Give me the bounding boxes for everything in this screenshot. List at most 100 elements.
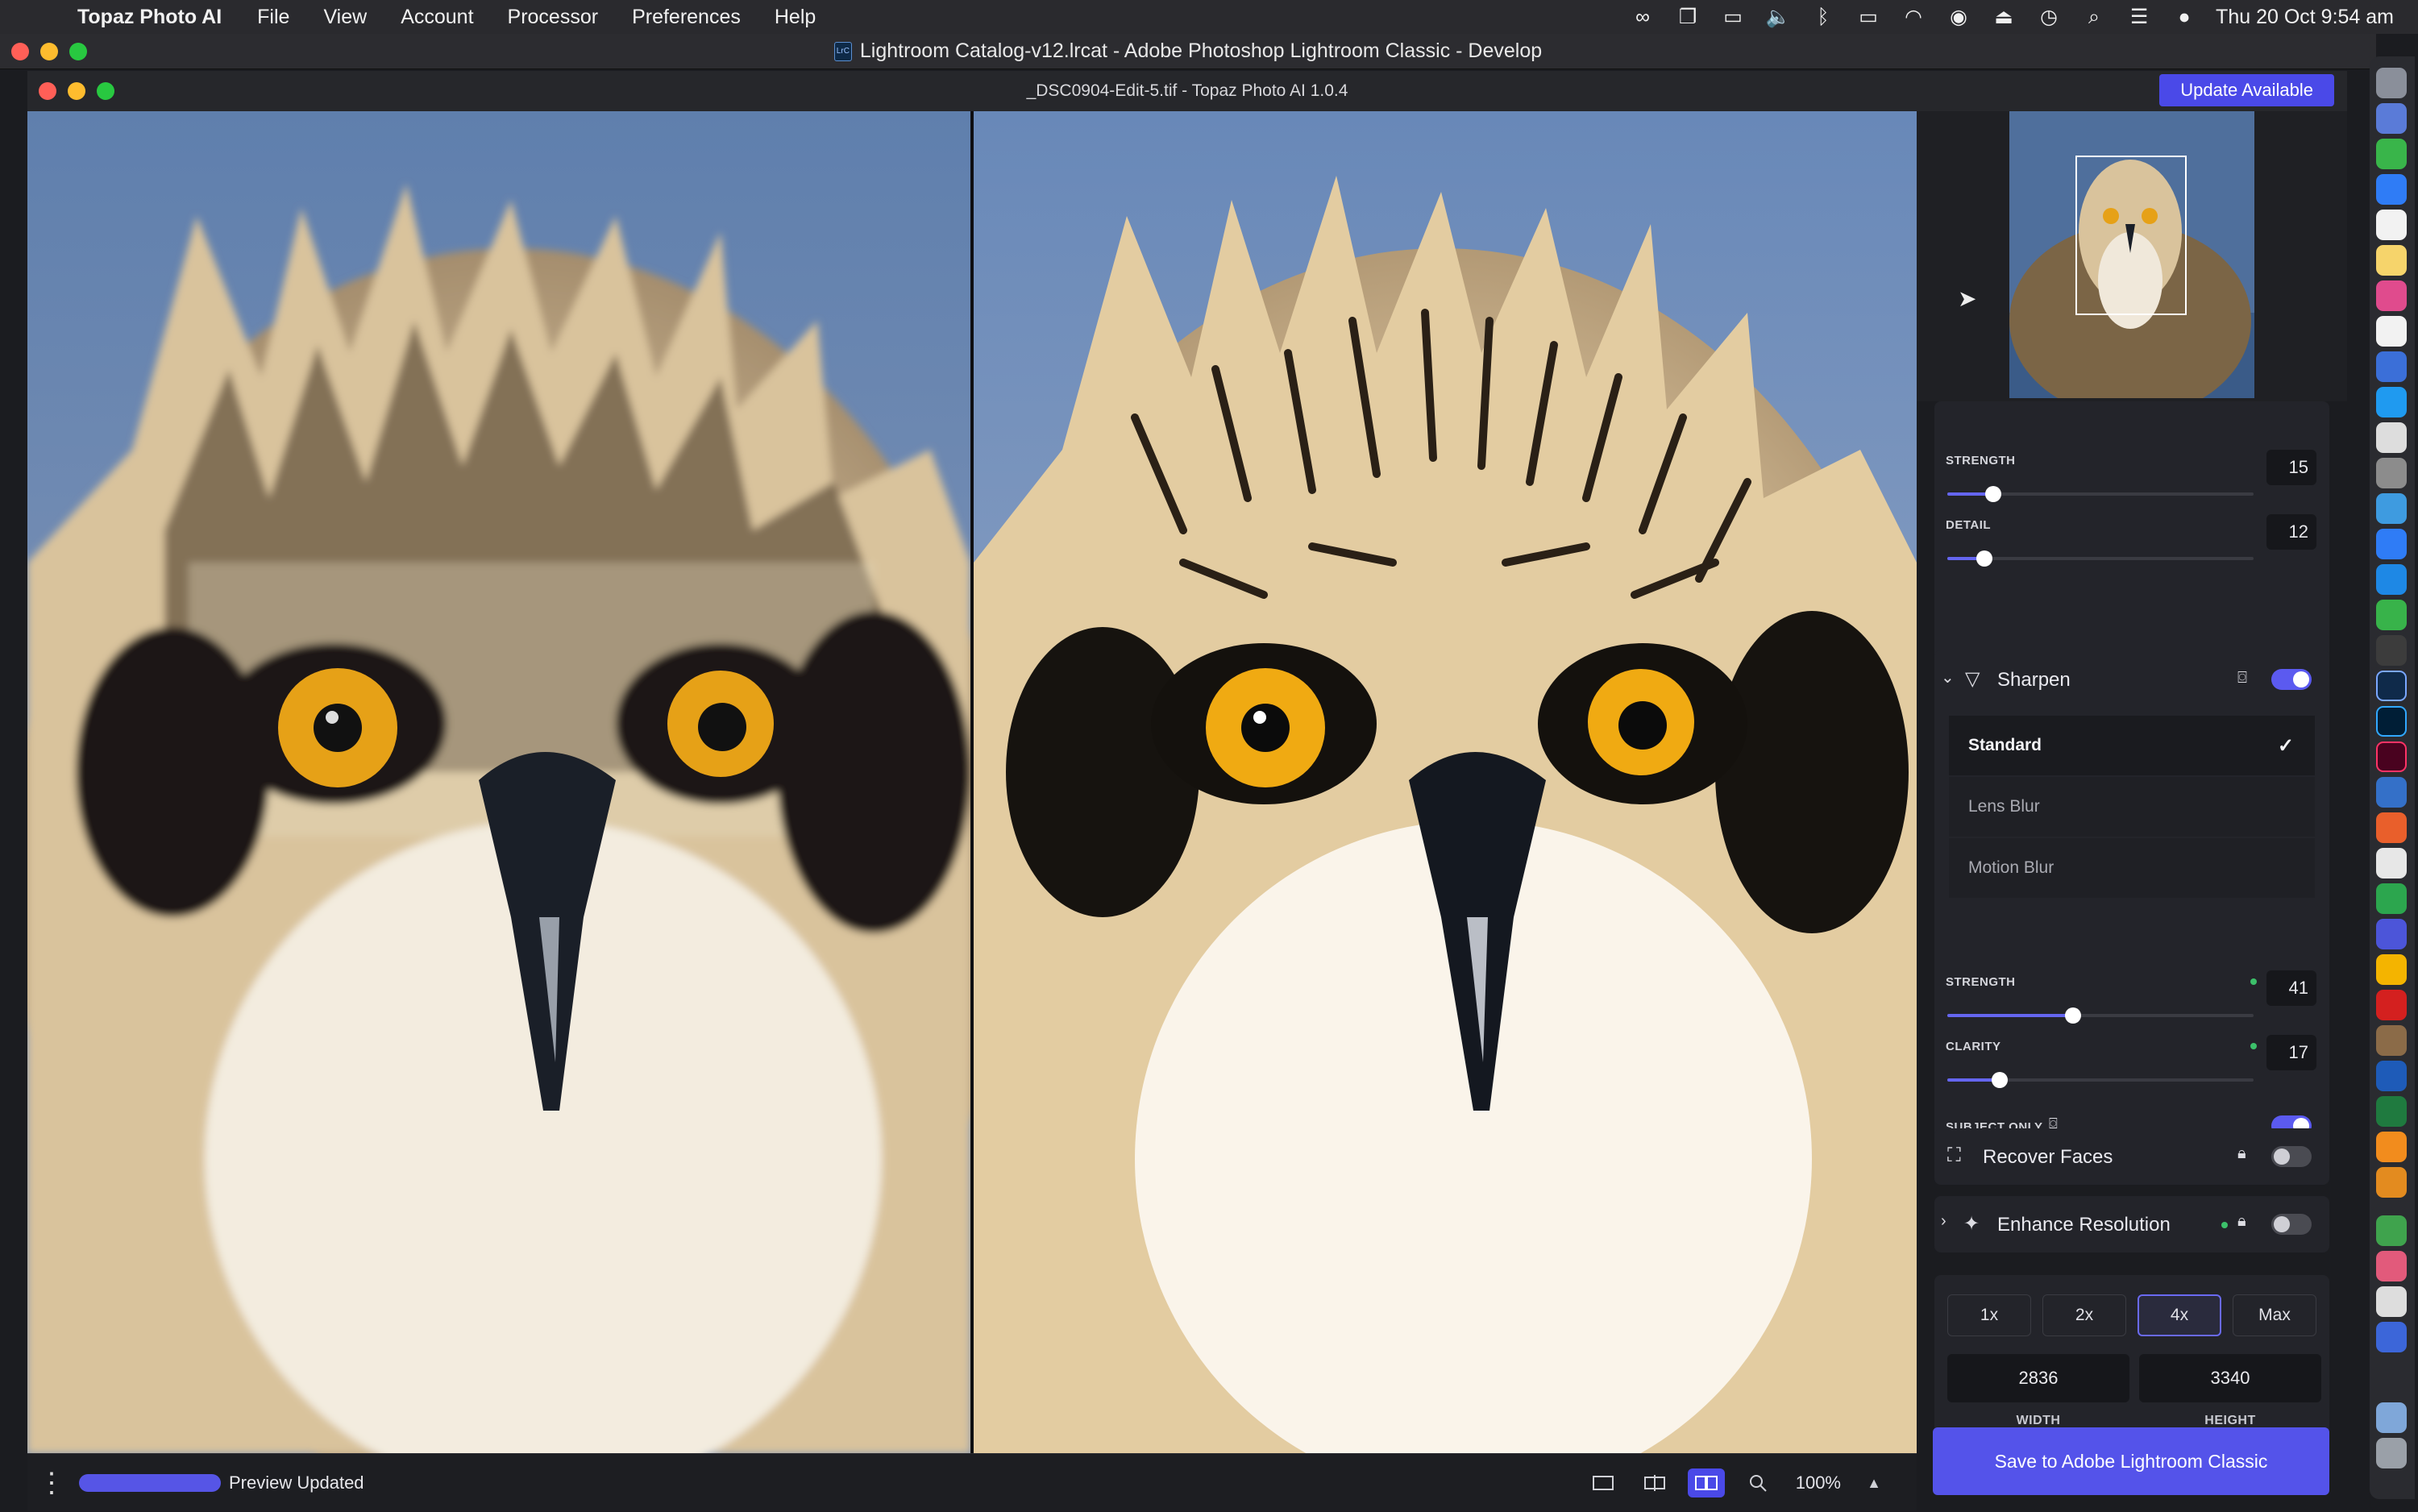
creative-cloud-icon[interactable]: ∞ (1629, 6, 1656, 28)
photos-icon[interactable] (2376, 280, 2407, 311)
script-editor-icon[interactable] (2376, 1025, 2407, 1056)
notes-icon[interactable] (2376, 245, 2407, 276)
lock-icon[interactable]: 🔒︎ (2237, 1144, 2246, 1163)
launchpad-icon[interactable] (2376, 103, 2407, 134)
safari-icon[interactable] (2376, 529, 2407, 559)
close-icon[interactable] (11, 42, 29, 60)
chevron-right-icon[interactable]: › (1941, 1212, 1946, 1231)
sharpen-option-motion-blur[interactable]: Motion Blur (1949, 838, 2315, 898)
vlc-icon[interactable] (2376, 1132, 2407, 1162)
lightroom-classic-icon[interactable] (2376, 671, 2407, 701)
wifi-icon[interactable]: ◠ (1900, 6, 1927, 28)
minimize-icon[interactable] (40, 42, 58, 60)
denoise-strength-value[interactable]: 15 (2266, 450, 2316, 485)
zoom-icon[interactable] (1739, 1468, 1776, 1497)
preview-icon[interactable] (2376, 458, 2407, 488)
sharpen-strength-slider[interactable] (1947, 1007, 2254, 1024)
search-icon[interactable]: ⌕ (2080, 6, 2108, 28)
whatsapp-icon[interactable] (2376, 883, 2407, 914)
system-settings-icon[interactable] (2376, 635, 2407, 666)
menu-processor[interactable]: Processor (508, 6, 599, 29)
navigator-thumbnail[interactable] (2009, 111, 2254, 398)
zoom-icon[interactable] (97, 82, 114, 100)
sharpen-strength-knob[interactable] (2064, 1007, 2081, 1024)
more-options-icon[interactable]: ⋮ (27, 1467, 76, 1499)
display-icon[interactable]: ▭ (1719, 6, 1747, 28)
pencil-app-icon[interactable] (2376, 954, 2407, 985)
original-image-pane[interactable] (27, 111, 970, 1453)
word-icon[interactable] (2376, 1061, 2407, 1091)
clock[interactable]: Thu 20 Oct 9:54 am (2216, 6, 2394, 29)
shield-app-icon[interactable] (2376, 1322, 2407, 1352)
facetime-icon[interactable] (2376, 139, 2407, 169)
app-icon[interactable] (2376, 848, 2407, 879)
zoom-icon[interactable] (69, 42, 87, 60)
split-view-icon[interactable] (1636, 1468, 1673, 1497)
trash-icon[interactable] (2376, 1438, 2407, 1468)
sharpen-strength-value[interactable]: 41 (2266, 970, 2316, 1006)
recover-faces-toggle[interactable] (2271, 1146, 2312, 1167)
sharpen-clarity-slider[interactable] (1947, 1072, 2254, 1088)
single-view-icon[interactable] (1585, 1468, 1622, 1497)
menu-account[interactable]: Account (401, 6, 473, 29)
messages-icon[interactable] (2376, 600, 2407, 630)
chevron-down-icon[interactable]: ⌄ (1941, 667, 1955, 687)
podcast-icon[interactable] (2376, 1251, 2407, 1281)
maps-icon[interactable] (2376, 493, 2407, 524)
zoom-menu-caret-icon[interactable]: ▲ (1855, 1468, 1892, 1497)
siri-icon[interactable]: ● (2171, 6, 2198, 28)
pages-icon[interactable] (2376, 422, 2407, 453)
keynote-icon[interactable] (2376, 351, 2407, 382)
update-available-button[interactable]: Update Available (2159, 74, 2334, 106)
excel-icon[interactable] (2376, 1096, 2407, 1127)
denoise-detail-slider[interactable] (1947, 550, 2254, 567)
sharpen-option-standard[interactable]: Standard ✓ (1949, 716, 2315, 775)
processed-image-pane[interactable] (974, 111, 1917, 1453)
sharpen-clarity-knob[interactable] (1991, 1072, 2008, 1088)
save-to-lightroom-button[interactable]: Save to Adobe Lightroom Classic (1933, 1427, 2329, 1495)
eject-icon[interactable]: ⏏ (1990, 6, 2017, 28)
sharpen-clarity-value[interactable]: 17 (2266, 1035, 2316, 1070)
sharpen-toggle[interactable] (2271, 669, 2312, 690)
user-icon[interactable]: ◉ (1945, 6, 1972, 28)
mail-icon[interactable] (2376, 564, 2407, 595)
menu-preferences[interactable]: Preferences (632, 6, 741, 29)
photoshop-icon[interactable] (2376, 706, 2407, 737)
reminders-icon[interactable] (2376, 316, 2407, 347)
denoise-strength-slider[interactable] (1947, 486, 2254, 502)
close-icon[interactable] (39, 82, 56, 100)
menu-app-name[interactable]: Topaz Photo AI (77, 6, 222, 29)
utility-icon[interactable] (2376, 1286, 2407, 1317)
volume-icon[interactable]: 🔈 (1764, 6, 1792, 28)
denoise-strength-knob[interactable] (1985, 486, 2001, 502)
sharpen-option-lens-blur[interactable]: Lens Blur (1949, 777, 2315, 837)
enhance-resolution-toggle[interactable] (2271, 1214, 2312, 1235)
subject-detect-icon[interactable]: ⌼ (2237, 669, 2247, 687)
messages-alt-icon[interactable] (2376, 1215, 2407, 1246)
lock-icon[interactable]: 🔒︎ (2237, 1212, 2246, 1231)
minimize-icon[interactable] (68, 82, 85, 100)
denoise-detail-knob[interactable] (1976, 550, 1992, 567)
menu-help[interactable]: Help (775, 6, 816, 29)
sharpen-title[interactable]: Sharpen (1997, 669, 2071, 692)
enhance-resolution-title[interactable]: Enhance Resolution (1997, 1214, 2171, 1236)
star-app-icon[interactable] (2376, 919, 2407, 949)
topaz-icon[interactable] (2376, 777, 2407, 808)
battery-icon[interactable]: ▭ (1855, 6, 1882, 28)
app-store-icon[interactable] (2376, 387, 2407, 417)
downloads-folder-icon[interactable] (2376, 1402, 2407, 1433)
time-machine-icon[interactable]: ◷ (2035, 6, 2063, 28)
zoom-level[interactable]: 100% (1796, 1473, 1841, 1493)
window-icon[interactable]: ❐ (1674, 6, 1701, 28)
control-center-icon[interactable]: ☰ (2125, 6, 2153, 28)
denoise-detail-value[interactable]: 12 (2266, 514, 2316, 550)
finder-icon[interactable] (2376, 68, 2407, 98)
calendar-icon[interactable] (2376, 210, 2407, 240)
indesign-icon[interactable] (2376, 741, 2407, 772)
books-icon[interactable] (2376, 1167, 2407, 1198)
zoom-app-icon[interactable] (2376, 174, 2407, 205)
menu-view[interactable]: View (323, 6, 367, 29)
chrome-icon[interactable] (2376, 812, 2407, 843)
acrobat-icon[interactable] (2376, 990, 2407, 1020)
recover-faces-title[interactable]: Recover Faces (1983, 1146, 2113, 1169)
